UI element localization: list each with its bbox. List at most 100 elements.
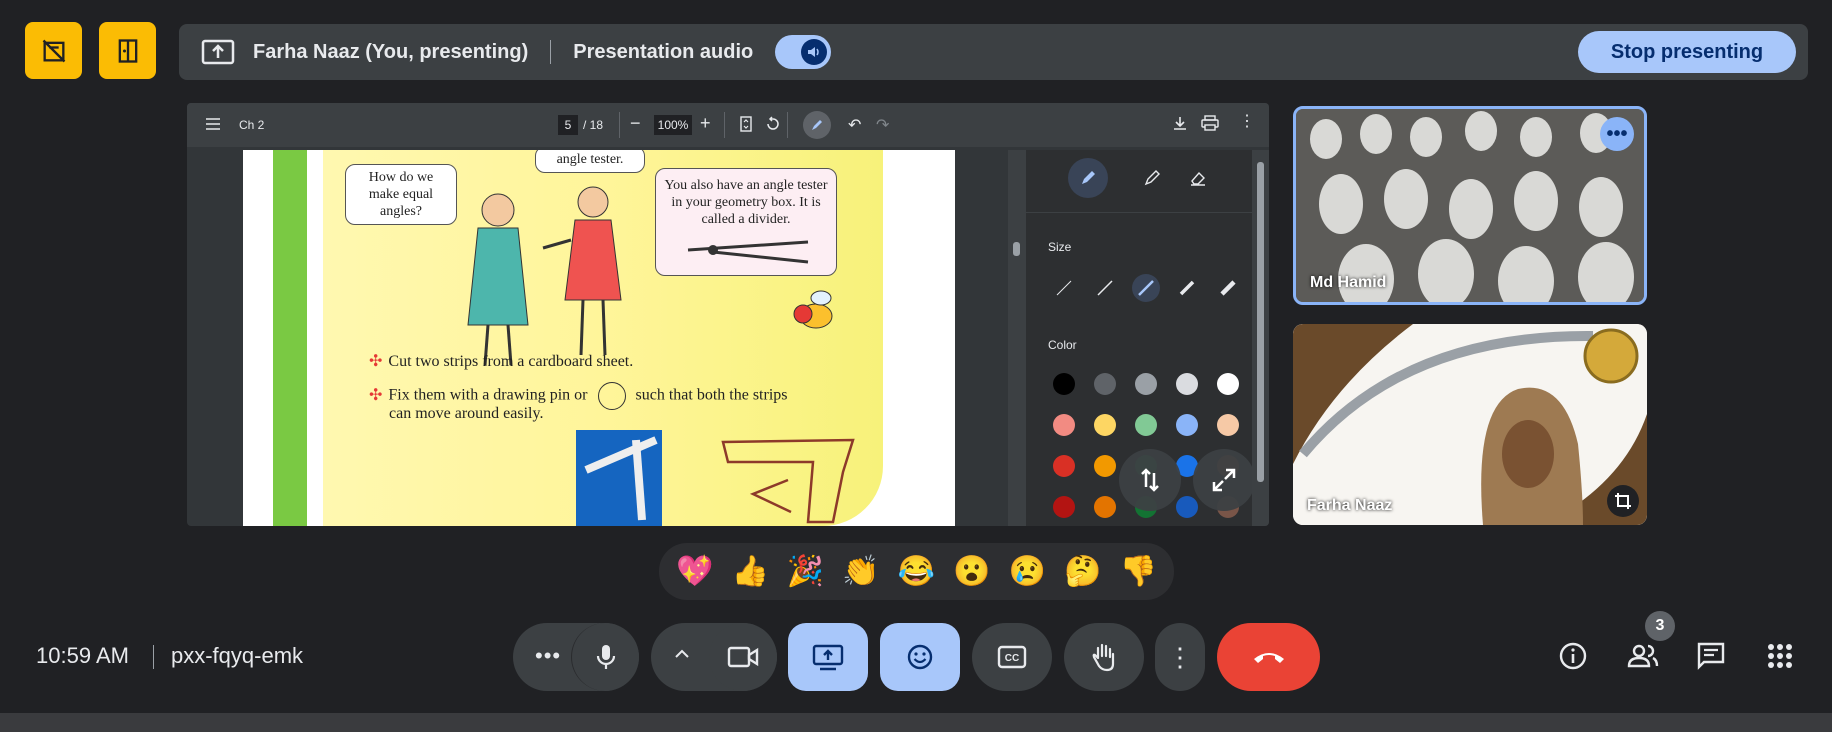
zoom-out-icon[interactable]: − [630,113,641,134]
color-swatch[interactable] [1135,414,1157,436]
chevron-up-icon[interactable] [673,645,691,668]
more-audio-options-icon[interactable]: ••• [535,643,561,669]
color-swatch[interactable] [1176,373,1198,395]
raise-hand-button[interactable] [1064,623,1144,691]
reaction-tears-of-joy[interactable]: 😂 [898,554,935,589]
captions-button[interactable]: CC [972,623,1052,691]
closed-captions-icon: CC [997,645,1027,669]
leave-call-button[interactable] [1217,623,1320,691]
microphone-button[interactable] [571,623,639,691]
people-button[interactable] [1625,638,1661,674]
sketch-illustration [721,438,855,524]
camera-icon [727,646,759,668]
color-swatch[interactable] [1094,496,1116,518]
fullscreen-button[interactable] [1193,449,1255,511]
print-icon[interactable] [1201,115,1219,134]
camera-button[interactable] [709,623,777,691]
reaction-clapping[interactable]: 👏 [842,554,879,589]
color-swatch[interactable] [1053,496,1075,518]
redo-icon[interactable]: ↷ [876,115,889,135]
undo-icon[interactable]: ↶ [848,115,861,135]
size-option-selected[interactable] [1132,274,1160,302]
move-toolbar-button[interactable] [1119,449,1181,511]
menu-icon[interactable] [205,116,221,135]
microphone-icon [596,645,615,669]
shared-pdf-viewer: Ch 2 5 / 18 − 100% + ↶ ↷ ⋮ How do we mak… [187,103,1269,526]
color-swatch[interactable] [1053,455,1075,477]
chat-button[interactable] [1693,638,1729,674]
mic-control-group: ••• [513,623,639,691]
divider [1026,212,1252,213]
more-options-icon[interactable]: ••• [1600,117,1634,151]
camera-off-button[interactable] [25,22,82,79]
presenter-label: Farha Naaz (You, presenting) [253,40,529,63]
highlighter-tool-button[interactable] [1132,158,1172,198]
reaction-thinking[interactable]: 🤔 [1064,554,1101,589]
present-icon [201,38,235,66]
color-swatch[interactable] [1053,373,1075,395]
size-option[interactable] [1173,274,1201,302]
meeting-details-button[interactable] [1555,638,1591,674]
video-feed [1293,324,1647,525]
present-screen-button[interactable] [788,623,868,691]
apps-grid-icon [1768,644,1792,668]
pen-tool-button[interactable] [1068,158,1108,198]
chat-icon [1697,642,1725,670]
color-swatch[interactable] [1135,373,1157,395]
meeting-code: pxx-fqyq-emk [171,643,304,668]
reactions-button[interactable] [880,623,960,691]
zoom-input[interactable]: 100% [654,115,692,135]
page-total: / 18 [583,118,604,132]
participant-name: Farha Naaz [1307,497,1393,514]
volume-icon [801,39,828,65]
color-swatch[interactable] [1094,455,1116,477]
crop-icon[interactable] [1607,485,1639,517]
reaction-sparkling-heart[interactable]: 💖 [676,554,713,589]
bullet-line: ✣ Cut two strips from a cardboard sheet. [369,353,634,370]
color-swatch[interactable] [1176,496,1198,518]
emoji-icon [907,644,933,670]
fit-page-icon[interactable] [740,116,752,135]
illustration-girls [467,186,622,366]
stop-presenting-button[interactable]: Stop presenting [1578,31,1796,73]
reaction-thumbs-up[interactable]: 👍 [731,554,768,589]
size-option[interactable] [1214,274,1242,302]
pdf-scrollbar[interactable] [1008,150,1026,526]
size-option[interactable] [1091,274,1119,302]
page-number-input[interactable]: 5 [558,115,578,135]
color-swatch[interactable] [1176,414,1198,436]
rotate-icon[interactable] [765,116,781,135]
divider [619,112,620,138]
color-swatch[interactable] [1094,414,1116,436]
participant-tile[interactable]: Farha Naaz [1293,324,1647,525]
size-option[interactable] [1050,274,1078,302]
participant-tile[interactable]: ••• Md Hamid [1293,106,1647,305]
reaction-party-popper[interactable]: 🎉 [787,554,824,589]
eraser-tool-button[interactable] [1178,158,1218,198]
hand-icon [1092,643,1115,672]
pdf-toolbar: Ch 2 5 / 18 − 100% + ↶ ↷ ⋮ [187,103,1269,147]
presentation-audio-toggle[interactable] [775,35,832,69]
color-swatch[interactable] [1094,373,1116,395]
more-options-button[interactable]: ⋮ [1155,623,1205,691]
pdf-title: Ch 2 [239,118,265,132]
drawing-pin-icon [597,382,626,410]
swap-vert-icon [1141,468,1159,492]
reaction-crying[interactable]: 😢 [1009,554,1046,589]
reaction-thumbs-down[interactable]: 👎 [1120,554,1157,589]
color-swatch[interactable] [1217,414,1239,436]
color-swatch[interactable] [1217,373,1239,395]
divider [787,112,788,138]
color-swatch[interactable] [1053,414,1075,436]
pen-icon [1082,171,1095,184]
more-vert-icon[interactable]: ⋮ [1239,114,1255,130]
annotate-button[interactable] [803,111,831,139]
divider-tool-illustration [687,240,809,264]
leave-room-button[interactable] [99,22,156,79]
activities-button[interactable] [1762,638,1798,674]
zoom-in-icon[interactable]: + [700,113,711,134]
reaction-surprised[interactable]: 😮 [953,554,990,589]
panel-scrollbar[interactable] [1252,150,1269,526]
download-icon[interactable] [1172,115,1188,134]
pen-icon [812,120,822,130]
